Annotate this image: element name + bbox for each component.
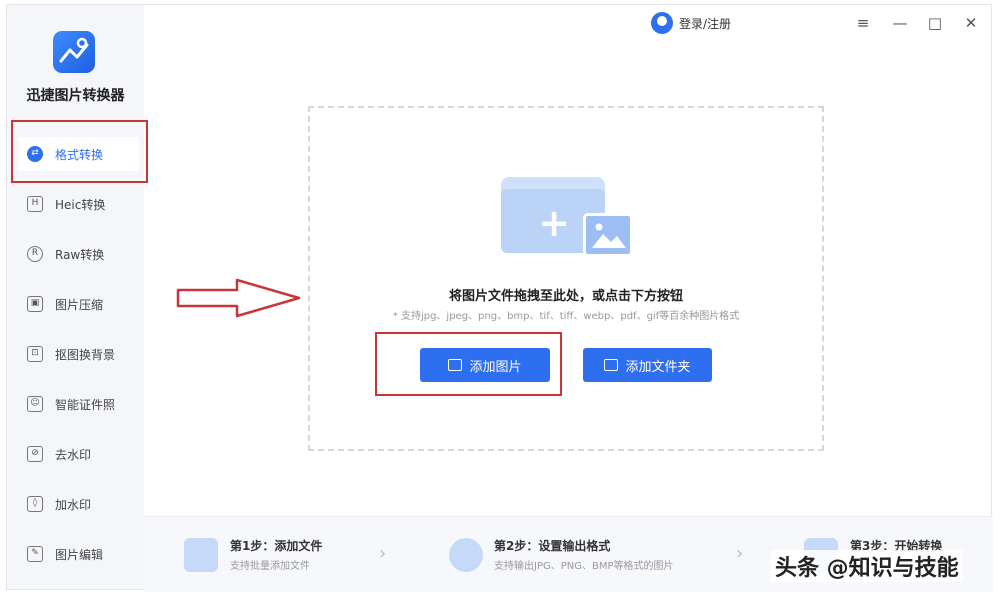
add-folder-button[interactable]: 添加文件夹 <box>583 348 712 382</box>
sidebar-item-raw-convert[interactable]: R Raw转换 <box>19 237 139 271</box>
image-icon <box>583 213 633 257</box>
sidebar-item-label: 抠图换背景 <box>55 347 116 362</box>
sidebar-item-label: 加水印 <box>55 497 92 512</box>
sidebar-item-label: 图片编辑 <box>55 547 104 562</box>
plus-icon: + <box>538 201 570 245</box>
add-watermark-icon: ◊ <box>27 496 43 512</box>
cutout-icon: ⊡ <box>27 346 43 362</box>
drop-instruction: 将图片文件拖拽至此处，或点击下方按钮 <box>448 289 683 304</box>
sidebar-item-heic-convert[interactable]: H Heic转换 <box>19 187 139 221</box>
id-photo-icon: ☺ <box>27 396 43 412</box>
chevron-right-icon: › <box>379 543 387 564</box>
sidebar-item-label: 去水印 <box>55 447 92 462</box>
step-1-desc: 支持批量添加文件 <box>230 561 310 572</box>
login-label: 登录/注册 <box>679 16 732 31</box>
sidebar-item-compress[interactable]: ▣ 图片压缩 <box>19 287 139 321</box>
close-icon[interactable]: ✕ <box>961 13 981 33</box>
menu-icon[interactable]: ≡ <box>853 13 873 33</box>
app-name: 迅捷图片转换器 <box>26 88 125 104</box>
avatar-icon <box>651 12 673 34</box>
add-file-step-icon <box>184 538 218 572</box>
folder-plus-icon <box>604 359 619 371</box>
minimize-icon[interactable]: — <box>890 13 910 33</box>
sidebar-item-label: 智能证件照 <box>55 397 116 412</box>
step-1-title: 第1步：添加文件 <box>230 539 323 553</box>
app-logo-icon <box>53 31 95 73</box>
drop-zone[interactable] <box>308 106 824 451</box>
settings-step-icon <box>449 538 483 572</box>
sidebar-item-cutout[interactable]: ⊡ 抠图换背景 <box>19 337 139 371</box>
highlight-box-sidebar <box>11 120 148 183</box>
highlight-box-add-image <box>375 332 562 396</box>
sidebar: 迅捷图片转换器 ⇄ 格式转换 H Heic转换 R Raw转换 ▣ 图片压缩 ⊡… <box>7 5 144 589</box>
sidebar-item-remove-watermark[interactable]: ⊘ 去水印 <box>19 437 139 471</box>
remove-watermark-icon: ⊘ <box>27 446 43 462</box>
add-folder-label: 添加文件夹 <box>625 359 691 375</box>
sidebar-item-label: 图片压缩 <box>55 297 104 312</box>
sidebar-item-id-photo[interactable]: ☺ 智能证件照 <box>19 387 139 421</box>
arrow-right-icon <box>176 278 301 318</box>
chevron-right-icon: › <box>736 543 744 564</box>
raw-icon: R <box>27 246 43 262</box>
sidebar-item-label: Heic转换 <box>55 197 106 212</box>
step-2-title: 第2步：设置输出格式 <box>494 539 611 553</box>
maximize-icon[interactable]: □ <box>925 13 945 33</box>
sidebar-item-add-watermark[interactable]: ◊ 加水印 <box>19 487 139 521</box>
sidebar-item-label: Raw转换 <box>55 247 105 262</box>
login-link[interactable]: 登录/注册 <box>651 12 731 34</box>
heic-icon: H <box>27 196 43 212</box>
supported-formats: * 支持jpg、jpeg、png、bmp、tif、tiff、webp、pdf、g… <box>392 311 740 322</box>
watermark: 头条 @知识与技能 <box>771 550 963 582</box>
app-window: 迅捷图片转换器 ⇄ 格式转换 H Heic转换 R Raw转换 ▣ 图片压缩 ⊡… <box>6 4 993 592</box>
sidebar-item-image-edit[interactable]: ✎ 图片编辑 <box>19 537 139 571</box>
image-compress-icon: ▣ <box>27 296 43 312</box>
step-2-desc: 支持输出JPG、PNG、BMP等格式的图片 <box>494 561 674 572</box>
image-edit-icon: ✎ <box>27 546 43 562</box>
